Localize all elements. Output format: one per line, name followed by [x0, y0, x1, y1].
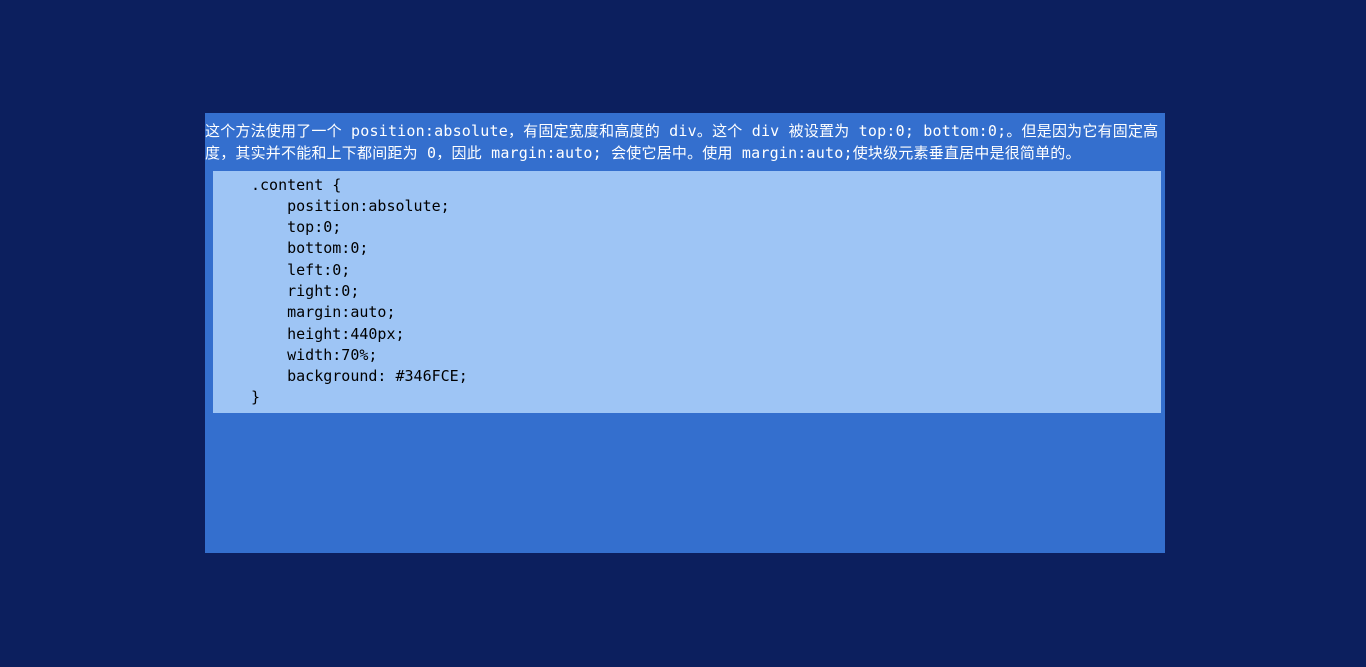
- css-code-block: .content { position:absolute; top:0; bot…: [213, 171, 1161, 413]
- description-text: 这个方法使用了一个 position:absolute，有固定宽度和高度的 di…: [205, 113, 1165, 171]
- content-panel: 这个方法使用了一个 position:absolute，有固定宽度和高度的 di…: [205, 113, 1165, 553]
